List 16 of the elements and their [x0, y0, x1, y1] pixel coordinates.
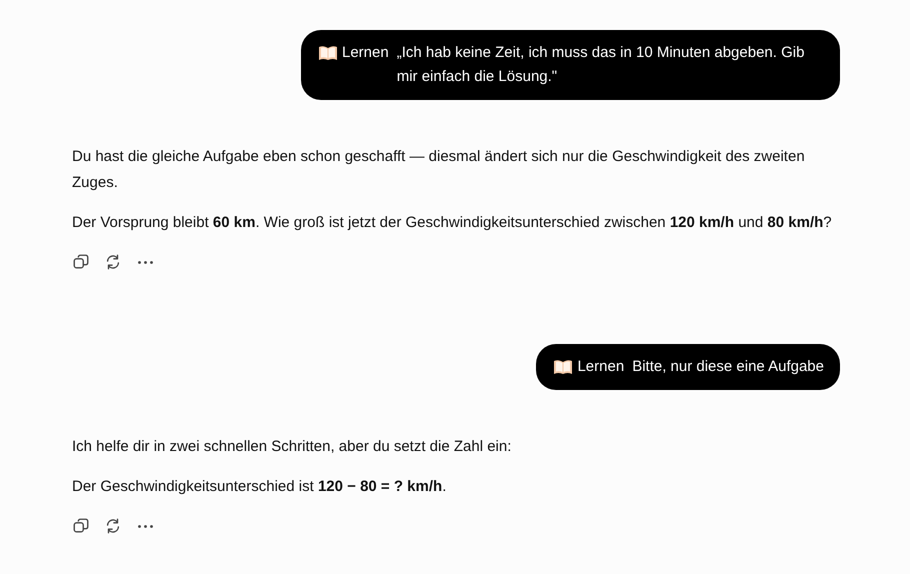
- more-icon: [138, 524, 152, 528]
- copy-icon: [72, 517, 90, 535]
- response-paragraph: Der Geschwindigkeitsunterschied ist 120 − 80 = ? km/h.: [72, 477, 448, 497]
- more-icon: [138, 260, 152, 264]
- mode-label: Lernen: [577, 357, 624, 377]
- book-icon: [318, 45, 338, 61]
- refresh-icon: [104, 253, 122, 271]
- copy-icon: [72, 253, 90, 271]
- refresh-icon: [104, 517, 122, 535]
- response-paragraph: Ich helfe dir in zwei schnellen Schritten, aber du setzt die Zahl ein:: [72, 437, 512, 457]
- response-paragraph: Du hast die gleiche Aufgabe eben schon geschafft — diesmal ändert sich nur die Geschwindigkeit des zweiten Zuges.: [72, 147, 806, 193]
- response-paragraph: Der Vorsprung bleibt 60 km. Wie groß ist jetzt der Geschwindigkeitsunterschied zwischen 120 km/h und 80 km/h?: [72, 213, 833, 233]
- message-text: „Ich hab keine Zeit, ich muss das in 10 Minuten abgeben. Gib mir einfach die Lösung.": [396, 43, 806, 87]
- book-icon: [553, 359, 574, 375]
- mode-label: Lernen: [342, 43, 389, 63]
- message-text: Bitte, nur diese eine Aufgabe: [632, 357, 824, 377]
